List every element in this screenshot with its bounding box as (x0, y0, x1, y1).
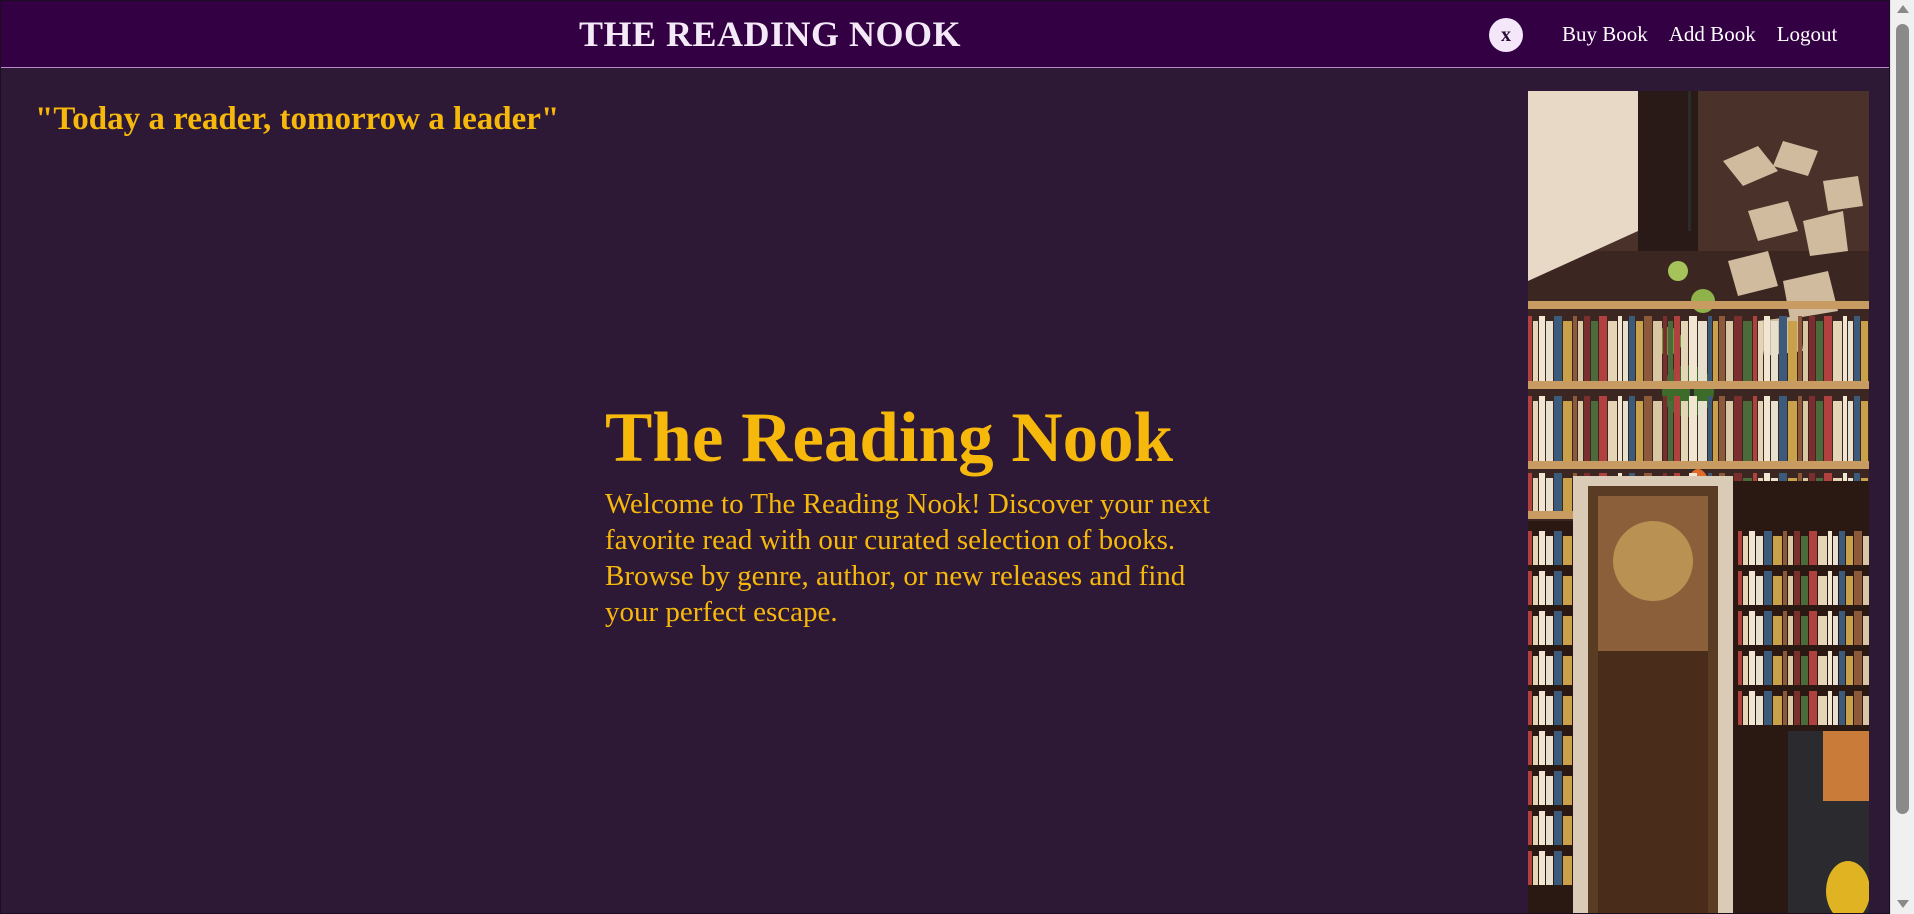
user-avatar[interactable]: x (1489, 18, 1523, 52)
hero-section: The Reading Nook Welcome to The Reading … (605, 396, 1245, 630)
scroll-down-icon[interactable] (1897, 900, 1909, 908)
brand-title: THE READING NOOK (579, 14, 962, 54)
buy-book-link[interactable]: Buy Book (1562, 22, 1648, 47)
scroll-up-icon[interactable] (1897, 5, 1909, 13)
scrollbar-thumb[interactable] (1896, 24, 1909, 814)
quote-text: "Today a reader, tomorrow a leader" (35, 101, 560, 137)
add-book-link[interactable]: Add Book (1669, 22, 1756, 47)
hero-title: The Reading Nook (605, 399, 1174, 477)
bookstore-image (1528, 91, 1869, 913)
hero-description: Welcome to The Reading Nook! Discover yo… (605, 488, 1211, 628)
bookstore-illustration (1528, 91, 1869, 913)
page-viewport: THE READING NOOK x Buy Book Add Book Log… (0, 0, 1890, 914)
nav-links: Buy Book Add Book Logout (1562, 22, 1837, 47)
logout-link[interactable]: Logout (1777, 22, 1838, 47)
vertical-scrollbar[interactable] (1890, 0, 1914, 914)
navbar: THE READING NOOK x Buy Book Add Book Log… (1, 1, 1889, 68)
